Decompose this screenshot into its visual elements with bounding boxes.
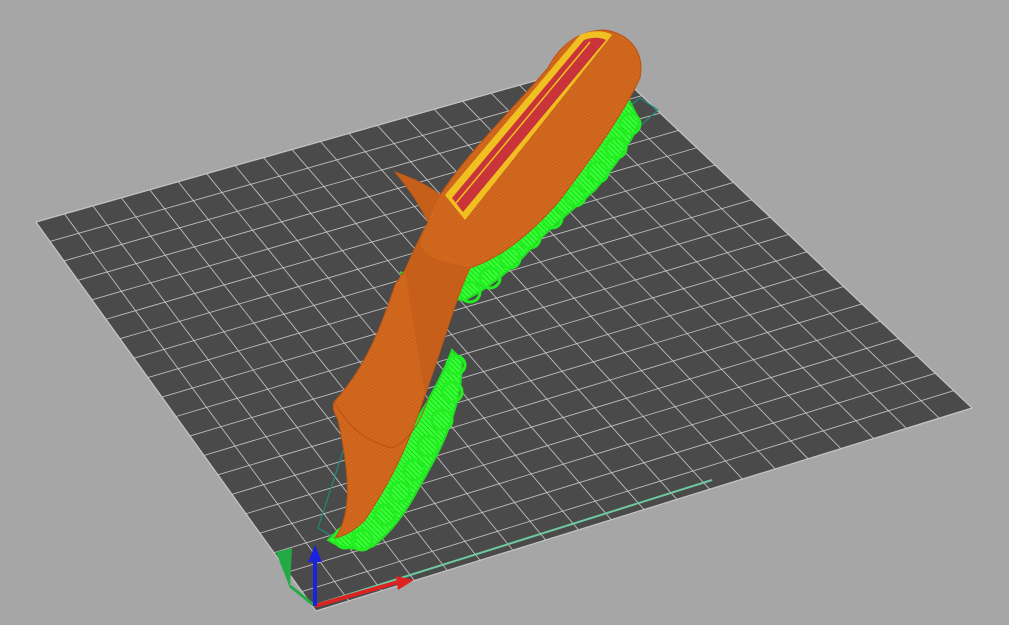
scene-canvas[interactable]	[0, 0, 1009, 625]
3d-viewport[interactable]	[0, 0, 1009, 625]
